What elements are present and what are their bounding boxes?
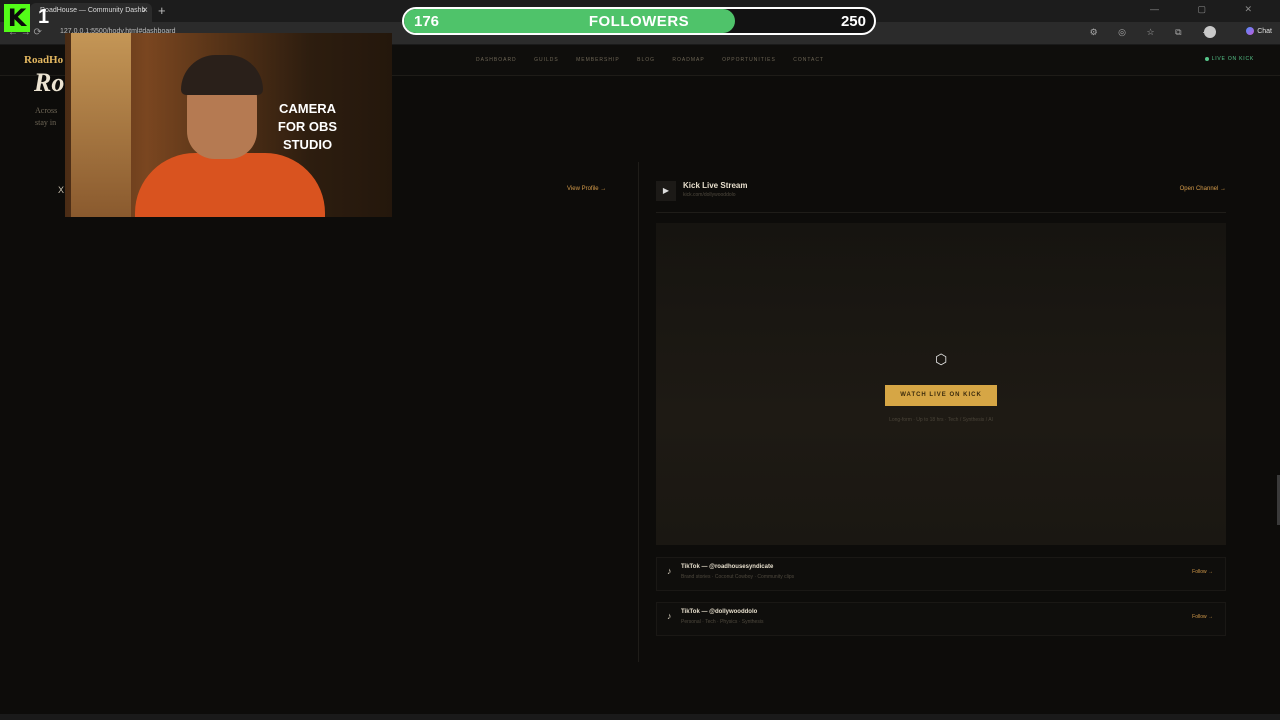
- nav-roadmap[interactable]: ROADMAP: [672, 57, 704, 63]
- brand-logo[interactable]: RoadHo: [24, 54, 63, 66]
- chat-icon: [1246, 27, 1255, 35]
- kick-logo-icon: K: [4, 4, 30, 32]
- nav-contact[interactable]: CONTACT: [793, 57, 824, 63]
- tiktok-follow-link[interactable]: Follow →: [1192, 569, 1213, 575]
- camera-feed: CAMERA FOR OBS STUDIO: [65, 33, 392, 217]
- stream-note: Long-form · Up to 18 hrs · Tech / Synthe…: [889, 417, 993, 423]
- x-icon: X: [58, 185, 65, 195]
- followers-goal-bar: 176 FOLLOWERS 250: [402, 7, 876, 35]
- chat-label: Chat: [1257, 27, 1272, 35]
- watch-live-button[interactable]: WATCH LIVE ON KICK: [885, 385, 997, 406]
- music-note-icon: ♪: [667, 611, 672, 621]
- camera-label: CAMERA FOR OBS STUDIO: [277, 101, 338, 152]
- tiktok-title: TikTok — @dollywooddolo: [681, 609, 758, 615]
- nav-blog[interactable]: BLOG: [637, 57, 655, 63]
- tiktok-subtitle: Brand stories · Coconut Cowboy · Communi…: [681, 574, 795, 580]
- camera-person-hat: [181, 55, 263, 95]
- kick-stream-url: kick.com/dollywooddolo: [683, 192, 736, 198]
- new-tab-button[interactable]: +: [158, 3, 166, 18]
- tiktok-follow-link[interactable]: Follow →: [1192, 614, 1213, 620]
- tab-title: RoadHouse — Community Dashb: [40, 7, 146, 14]
- camera-background-door: [71, 33, 131, 217]
- extension-icons[interactable]: ⚙ ◎ ☆ ⧉ ⋯: [1090, 27, 1220, 38]
- play-icon[interactable]: ▶: [656, 181, 676, 201]
- nav-guilds[interactable]: GUILDS: [534, 57, 559, 63]
- nav-dashboard[interactable]: DASHBOARD: [476, 57, 517, 63]
- followers-goal: 250: [840, 13, 866, 30]
- view-profile-link[interactable]: View Profile →: [567, 186, 606, 192]
- chat-button[interactable]: Chat: [1246, 27, 1272, 35]
- column-divider: [638, 162, 639, 662]
- live-on-kick-label: LIVE ON KICK: [1211, 56, 1254, 62]
- hexagon-icon: ⬡: [935, 351, 948, 367]
- window-controls[interactable]: — ▢ ✕: [1150, 4, 1270, 15]
- kick-count: 1: [38, 6, 50, 28]
- nav-membership[interactable]: MEMBERSHIP: [576, 57, 620, 63]
- tab-close-icon[interactable]: ×: [142, 5, 148, 16]
- main-nav: DASHBOARD GUILDS MEMBERSHIP BLOG ROADMAP…: [476, 57, 839, 63]
- tiktok-card[interactable]: ♪ TikTok — @dollywooddolo Personal · Tec…: [656, 602, 1226, 636]
- followers-label: FOLLOWERS: [588, 13, 690, 30]
- open-channel-link[interactable]: Open Channel →: [1180, 186, 1226, 192]
- profile-avatar[interactable]: [1204, 26, 1216, 38]
- music-note-icon: ♪: [667, 566, 672, 576]
- stream-player[interactable]: ⬡ WATCH LIVE ON KICK Long-form · Up to 1…: [656, 223, 1226, 545]
- live-on-kick-badge[interactable]: LIVE ON KICK: [1204, 56, 1254, 62]
- kick-stream-header: ▶ Kick Live Stream kick.com/dollywooddol…: [656, 178, 1226, 213]
- live-dot-icon: [1204, 56, 1209, 61]
- hero-title: Ro: [34, 68, 65, 97]
- tiktok-subtitle: Personal · Tech · Physics · Synthesis: [681, 619, 764, 625]
- nav-opportunities[interactable]: OPPORTUNITIES: [722, 57, 776, 63]
- tiktok-card[interactable]: ♪ TikTok — @roadhousesyndicate Brand sto…: [656, 557, 1226, 591]
- taskbar-strip: [0, 714, 1280, 720]
- camera-person-body: [135, 153, 325, 217]
- tiktok-title: TikTok — @roadhousesyndicate: [681, 564, 774, 570]
- kick-stream-title: Kick Live Stream: [683, 181, 748, 190]
